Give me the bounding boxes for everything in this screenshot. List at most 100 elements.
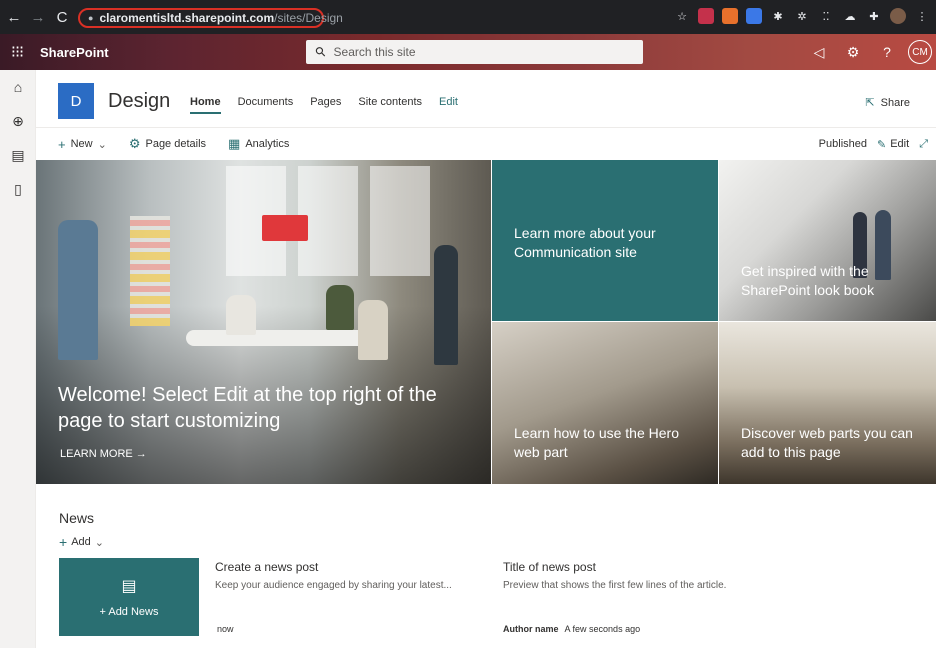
extension-icon[interactable] [698, 8, 714, 24]
forward-button[interactable]: → [28, 9, 48, 26]
search-icon: ⚲ [311, 42, 330, 61]
news-post[interactable]: Create a news post Keep your audience en… [215, 560, 452, 591]
person-graphic [434, 245, 458, 365]
hero-tile-text: Learn more about your Communication site [514, 225, 656, 260]
expand-icon[interactable]: ⤢ [919, 138, 928, 151]
document-icon[interactable]: ▯ [0, 172, 36, 206]
nav-home[interactable]: Home [190, 96, 221, 114]
window-graphic [370, 166, 430, 276]
extension-icon[interactable]: ⁚⁚ [818, 8, 834, 24]
extension-icon[interactable] [722, 8, 738, 24]
extension-icon[interactable]: ✱ [770, 8, 786, 24]
chevron-down-icon: ⌄ [94, 536, 104, 549]
sharepoint-brand[interactable]: SharePoint [40, 45, 109, 60]
chevron-down-icon: ⌄ [97, 138, 107, 151]
news-post-meta: now [217, 624, 234, 634]
profile-avatar[interactable] [890, 8, 906, 24]
site-navigation: Home Documents Pages Site contents Edit [190, 96, 475, 114]
news-post-description: Preview that shows the first few lines o… [503, 580, 727, 591]
app-launcher-icon[interactable]: ⁝⁝⁝ [0, 42, 34, 62]
new-button[interactable]: + New ⌄ [58, 137, 107, 152]
page-details-label: Page details [145, 138, 207, 150]
analytics-icon: ▦ [228, 136, 241, 151]
table-graphic [186, 330, 376, 346]
add-news-card[interactable]: ▤ + Add News [59, 558, 199, 636]
url-path: /sites/Design [274, 11, 343, 25]
plus-icon: + [59, 534, 68, 550]
lock-icon: ● [88, 13, 94, 23]
news-post[interactable]: Title of news post Preview that shows th… [503, 560, 726, 591]
share-icon: ⇱ [865, 97, 875, 109]
news-icon: ▤ [121, 578, 137, 595]
command-bar: + New ⌄ ⚙ Page details ▦ Analytics Publi… [36, 128, 936, 160]
url-host: claromentisltd.sharepoint.com [99, 11, 275, 25]
page-details-button[interactable]: ⚙ Page details [129, 136, 206, 152]
left-rail: ⌂ ⊕ ▤ ▯ [0, 70, 36, 648]
new-label: New [70, 138, 93, 150]
nav-edit[interactable]: Edit [439, 96, 458, 114]
sticky-notes-graphic [130, 216, 170, 326]
cloud-icon[interactable]: ☁ [842, 8, 858, 24]
help-icon[interactable]: ? [870, 34, 904, 70]
address-bar[interactable]: ● claromentisltd.sharepoint.com /sites/D… [78, 8, 343, 28]
site-logo[interactable]: D [58, 83, 94, 119]
edit-button[interactable]: ✎ Edit [877, 138, 909, 151]
hero-tile-text: Discover web parts you can add to this p… [741, 425, 913, 460]
site-title[interactable]: Design [108, 90, 170, 113]
hero-tile-main[interactable]: Welcome! Select Edit at the top right of… [36, 160, 491, 484]
hero-tile-web-parts[interactable]: Discover web parts you can add to this p… [719, 322, 936, 484]
gear-icon: ⚙ [128, 136, 141, 151]
news-add-button[interactable]: + Add ⌄ [59, 534, 104, 550]
hero-web-part: Welcome! Select Edit at the top right of… [36, 160, 936, 484]
person-graphic [326, 285, 354, 330]
hero-tile-hero-webpart[interactable]: Learn how to use the Hero web part [492, 322, 718, 484]
person-graphic [358, 300, 388, 360]
suite-right-controls: ◁ ⚙ ? CM [802, 34, 936, 70]
share-button[interactable]: ⇱ Share [865, 96, 910, 110]
settings-gear-icon[interactable]: ⚙ [836, 34, 870, 70]
pencil-icon: ✎ [877, 138, 887, 151]
news-icon[interactable]: ▤ [0, 138, 36, 172]
add-news-label: + Add News [99, 606, 159, 618]
news-post-title: Title of news post [503, 560, 596, 574]
extensions-area: ☆ ✱ ✲ ⁚⁚ ☁ ✚ ⋮ [674, 8, 930, 24]
home-icon[interactable]: ⌂ [0, 70, 36, 104]
suite-bar: ⁝⁝⁝ SharePoint ⚲ Search this site ◁ ⚙ ? … [0, 34, 936, 70]
plus-icon: + [58, 136, 66, 152]
news-add-label: Add [71, 536, 91, 548]
news-time: A few seconds ago [564, 624, 641, 634]
nav-site-contents[interactable]: Site contents [358, 96, 422, 114]
edit-label: Edit [890, 138, 910, 150]
command-bar-right: Published ✎ Edit ⤢ [819, 128, 928, 160]
menu-dots-icon[interactable]: ⋮ [914, 8, 930, 24]
search-input[interactable]: ⚲ Search this site [306, 40, 643, 64]
share-label: Share [880, 96, 910, 109]
analytics-button[interactable]: ▦ Analytics [228, 136, 289, 152]
lamp-graphic [262, 215, 308, 241]
puzzle-icon[interactable]: ✚ [866, 8, 882, 24]
hero-tile-text: Learn how to use the Hero web part [514, 425, 679, 460]
news-post-description: Keep your audience engaged by sharing yo… [215, 580, 452, 591]
nav-pages[interactable]: Pages [310, 96, 341, 114]
site-header: D Design Home Documents Pages Site conte… [36, 70, 936, 128]
hero-tile-text: Get inspired with the SharePoint look bo… [741, 263, 875, 298]
published-status: Published [818, 138, 867, 150]
news-post-meta: Author name A few seconds ago [503, 624, 640, 634]
extension-icon[interactable] [746, 8, 762, 24]
hero-tile-communication[interactable]: Learn more about your Communication site [492, 160, 718, 321]
news-section-title: News [59, 510, 95, 526]
news-post-title: Create a news post [215, 560, 319, 574]
hero-main-title: Welcome! Select Edit at the top right of… [58, 384, 437, 432]
gear-icon[interactable]: ✲ [794, 8, 810, 24]
bookmark-star-icon[interactable]: ☆ [674, 8, 690, 24]
user-avatar[interactable]: CM [908, 40, 932, 64]
nav-documents[interactable]: Documents [238, 96, 294, 114]
person-graphic [226, 295, 256, 335]
hero-tile-lookbook[interactable]: Get inspired with the SharePoint look bo… [719, 160, 936, 321]
megaphone-icon[interactable]: ◁ [802, 34, 836, 70]
person-graphic [58, 220, 98, 360]
reload-button[interactable]: C [52, 9, 72, 26]
globe-icon[interactable]: ⊕ [0, 104, 36, 138]
learn-more-link[interactable]: LEARN MORE → [60, 448, 147, 460]
back-button[interactable]: ← [4, 9, 24, 26]
